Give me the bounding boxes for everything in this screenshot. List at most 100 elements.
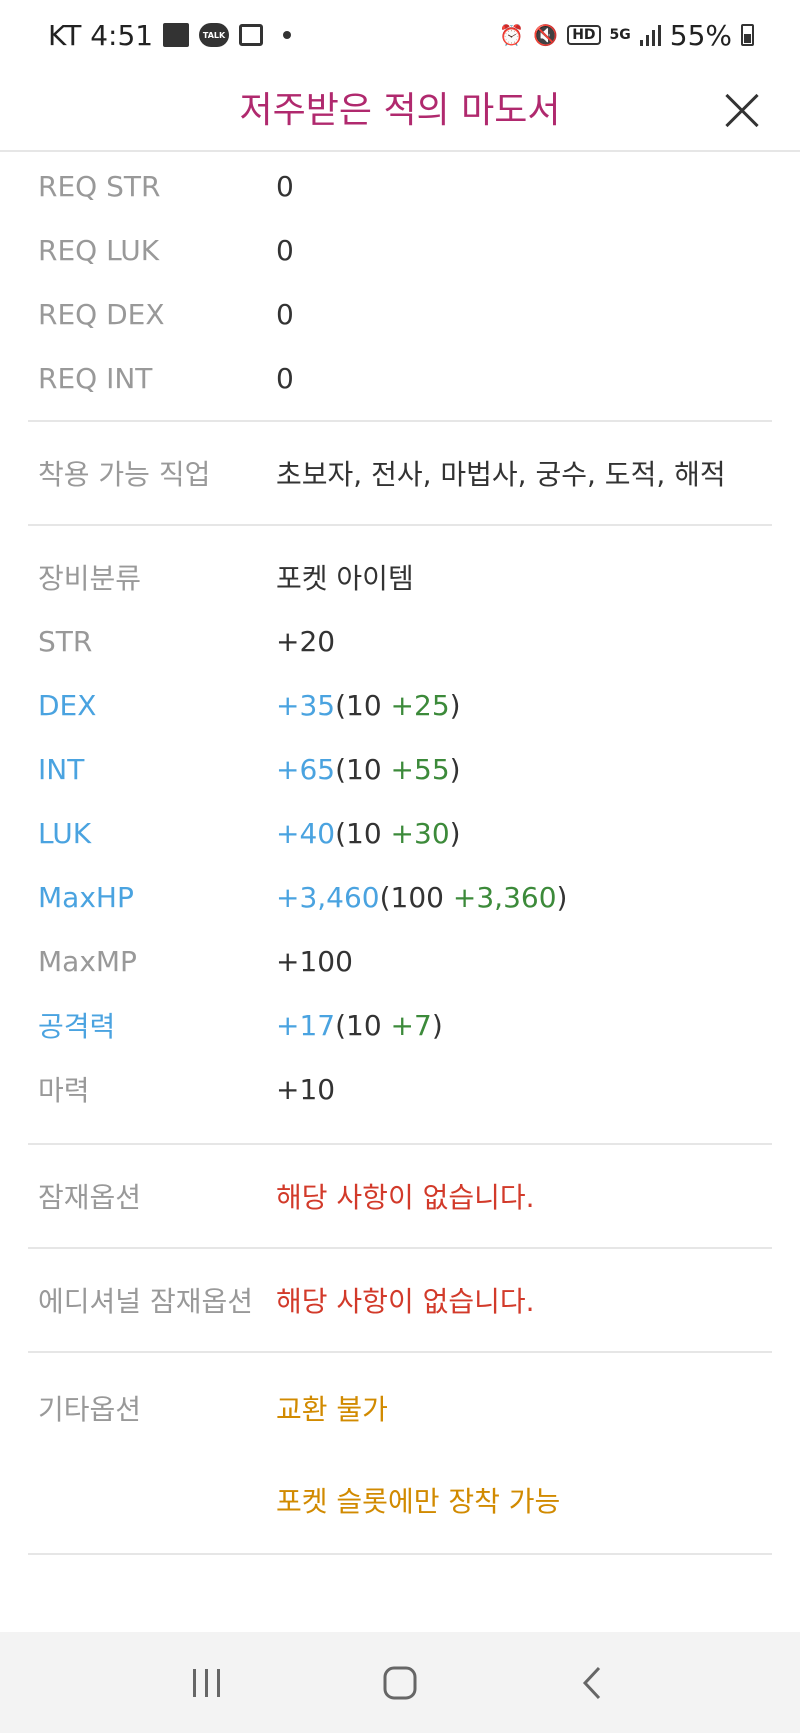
dex-close: ) bbox=[449, 688, 461, 722]
etc-value-pocket: 포켓 슬롯에만 장착 가능 bbox=[276, 1485, 561, 1518]
home-icon bbox=[383, 1666, 417, 1699]
mute-icon: 🔇 bbox=[533, 23, 559, 47]
req-luk-value: 0 bbox=[276, 233, 294, 267]
page-title: 저주받은 적의 마도서 bbox=[239, 90, 561, 131]
int-bonus: +55 bbox=[390, 752, 450, 786]
etc-label: 기타옵션 bbox=[38, 1393, 142, 1426]
dex-label: DEX bbox=[38, 688, 97, 722]
req-str-row: REQ STR 0 bbox=[28, 154, 772, 218]
signal-icon bbox=[639, 24, 661, 46]
req-dex-row: REQ DEX 0 bbox=[28, 282, 772, 346]
luk-label: LUK bbox=[38, 816, 92, 850]
attack-row: 공격력 +17(10 +7) bbox=[28, 993, 772, 1057]
system-nav-bar bbox=[0, 1632, 800, 1733]
stats-section: 장비분류 포켓 아이템 STR +20 DEX +35(10 +25) INT … bbox=[28, 526, 772, 1145]
attack-base: (10 bbox=[335, 1008, 391, 1042]
str-row: STR +20 bbox=[28, 609, 772, 673]
category-label: 장비분류 bbox=[38, 562, 142, 595]
maxmp-label: MaxMP bbox=[38, 944, 137, 978]
magic-value: +10 bbox=[276, 1072, 336, 1106]
dex-bonus: +25 bbox=[390, 688, 450, 722]
battery-percent: 55% bbox=[669, 18, 732, 52]
luk-row: LUK +40(10 +30) bbox=[28, 801, 772, 865]
int-value: +65(10 +55) bbox=[276, 753, 461, 786]
potential-row: 잠재옵션 해당 사항이 없습니다. bbox=[28, 1164, 772, 1228]
recent-apps-icon bbox=[192, 1668, 220, 1697]
etc-value-trade: 교환 불가 bbox=[276, 1393, 388, 1426]
req-int-row: REQ INT 0 bbox=[28, 346, 772, 410]
potential-value: 해당 사항이 없습니다. bbox=[276, 1181, 535, 1214]
alarm-icon: ⏰ bbox=[499, 23, 525, 47]
back-icon bbox=[583, 1666, 601, 1699]
additional-potential-row: 에디셔널 잠재옵션 해당 사항이 없습니다. bbox=[28, 1268, 772, 1332]
maxhp-bonus: +3,360 bbox=[452, 880, 557, 914]
item-detail-content[interactable]: REQ STR 0 REQ LUK 0 REQ DEX 0 REQ INT 0 … bbox=[0, 154, 800, 1632]
more-notifications-icon bbox=[283, 31, 292, 39]
back-button[interactable] bbox=[563, 1653, 623, 1713]
recent-apps-button[interactable] bbox=[177, 1653, 237, 1713]
maxhp-value: +3,460(100 +3,360) bbox=[276, 881, 567, 914]
additional-potential-section: 에디셔널 잠재옵션 해당 사항이 없습니다. bbox=[28, 1249, 772, 1353]
potential-label: 잠재옵션 bbox=[38, 1181, 142, 1214]
requirements-section: REQ STR 0 REQ LUK 0 REQ DEX 0 REQ INT 0 bbox=[28, 154, 772, 422]
potential-section: 잠재옵션 해당 사항이 없습니다. bbox=[28, 1145, 772, 1249]
req-str-label: REQ STR bbox=[38, 169, 161, 203]
str-label: STR bbox=[38, 624, 93, 658]
maxhp-total: +3,460 bbox=[276, 880, 380, 914]
home-button[interactable] bbox=[370, 1653, 430, 1713]
int-close: ) bbox=[449, 752, 461, 786]
luk-total: +40 bbox=[276, 816, 336, 850]
carrier-time: KT 4:51 bbox=[48, 18, 154, 52]
etc-section: 기타옵션 교환 불가 포켓 슬롯에만 장착 가능 bbox=[28, 1353, 772, 1555]
int-row: INT +65(10 +55) bbox=[28, 737, 772, 801]
gallery-icon bbox=[239, 24, 264, 46]
jobs-section: 착용 가능 직업 초보자, 전사, 마법사, 궁수, 도적, 해적 bbox=[28, 422, 772, 526]
status-bar-right: ⏰ 🔇 HD 5G 55% bbox=[499, 19, 754, 52]
attack-label: 공격력 bbox=[38, 1010, 116, 1043]
close-icon[interactable] bbox=[716, 84, 768, 136]
maxhp-row: MaxHP +3,460(100 +3,360) bbox=[28, 865, 772, 929]
int-total: +65 bbox=[276, 752, 336, 786]
jobs-row: 착용 가능 직업 초보자, 전사, 마법사, 궁수, 도적, 해적 bbox=[28, 441, 772, 505]
status-bar: KT 4:51 TALK ⏰ 🔇 HD 5G 55% bbox=[0, 0, 800, 70]
req-dex-label: REQ DEX bbox=[38, 297, 165, 331]
maxmp-row: MaxMP +100 bbox=[28, 929, 772, 993]
attack-bonus: +7 bbox=[390, 1008, 432, 1042]
attack-value: +17(10 +7) bbox=[276, 1009, 443, 1042]
req-luk-label: REQ LUK bbox=[38, 233, 160, 267]
attack-close: ) bbox=[431, 1008, 443, 1042]
dex-row: DEX +35(10 +25) bbox=[28, 673, 772, 737]
req-dex-value: 0 bbox=[276, 297, 294, 331]
jobs-value: 초보자, 전사, 마법사, 궁수, 도적, 해적 bbox=[276, 458, 726, 491]
etc-row-2: 포켓 슬롯에만 장착 가능 bbox=[28, 1468, 772, 1532]
category-value: 포켓 아이템 bbox=[276, 562, 414, 595]
magic-label: 마력 bbox=[38, 1074, 90, 1107]
dex-base: (10 bbox=[335, 688, 391, 722]
battery-icon bbox=[741, 24, 754, 46]
additional-potential-label: 에디셔널 잠재옵션 bbox=[38, 1285, 253, 1318]
int-label: INT bbox=[38, 752, 85, 786]
maxmp-value: +100 bbox=[276, 944, 353, 978]
str-value: +20 bbox=[276, 624, 336, 658]
luk-value: +40(10 +30) bbox=[276, 817, 461, 850]
int-base: (10 bbox=[335, 752, 391, 786]
status-bar-left: KT 4:51 TALK bbox=[48, 18, 292, 52]
note-icon bbox=[163, 23, 190, 47]
maxhp-close: ) bbox=[556, 880, 568, 914]
dex-value: +35(10 +25) bbox=[276, 689, 461, 722]
luk-base: (10 bbox=[335, 816, 391, 850]
hd-icon: HD bbox=[567, 25, 601, 45]
maxhp-base: (100 bbox=[379, 880, 453, 914]
luk-bonus: +30 bbox=[390, 816, 450, 850]
req-int-label: REQ INT bbox=[38, 361, 153, 395]
jobs-label: 착용 가능 직업 bbox=[38, 458, 211, 491]
req-luk-row: REQ LUK 0 bbox=[28, 218, 772, 282]
maxhp-label: MaxHP bbox=[38, 880, 134, 914]
dex-total: +35 bbox=[276, 688, 336, 722]
category-row: 장비분류 포켓 아이템 bbox=[28, 545, 772, 609]
luk-close: ) bbox=[449, 816, 461, 850]
attack-total: +17 bbox=[276, 1008, 336, 1042]
magic-row: 마력 +10 bbox=[28, 1057, 772, 1121]
header: 저주받은 적의 마도서 bbox=[0, 70, 800, 152]
5g-icon: 5G bbox=[609, 27, 631, 43]
